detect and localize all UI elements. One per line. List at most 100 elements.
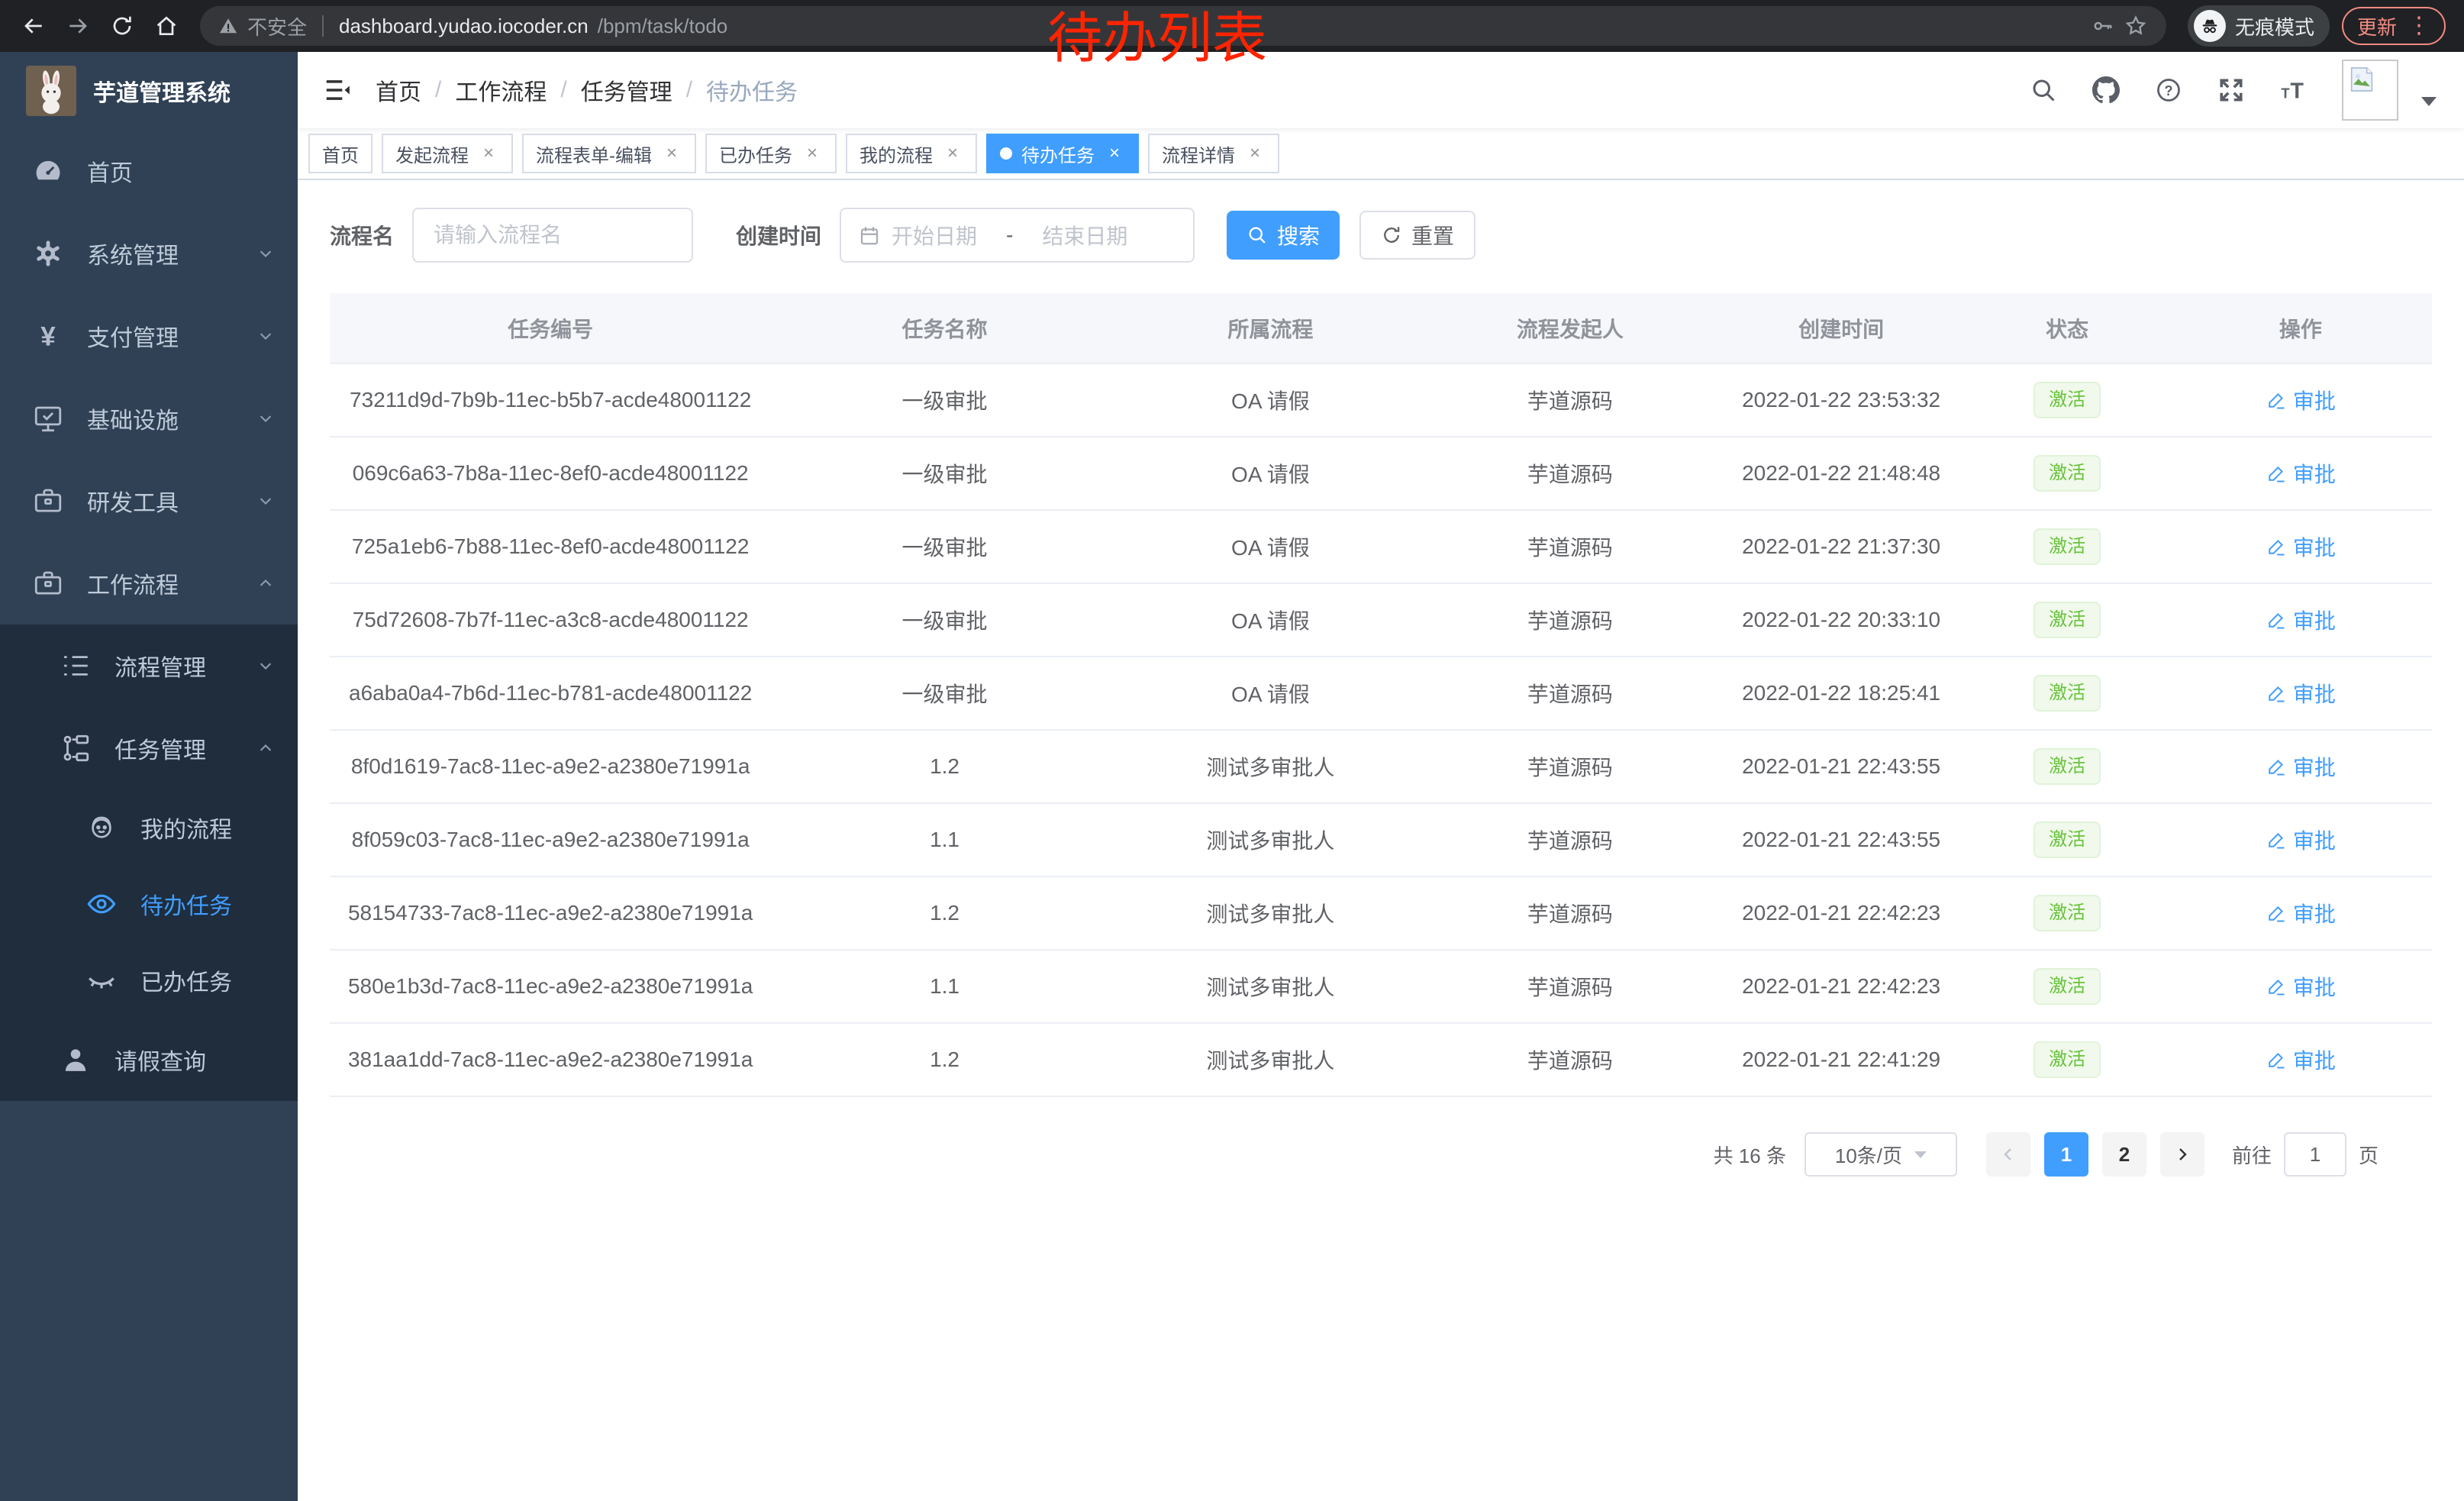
cell-task-id: 58154733-7ac8-11ec-a9e2-a2380e71991a <box>330 876 771 950</box>
goto-page-input[interactable] <box>2284 1132 2346 1177</box>
page-button-2[interactable]: 2 <box>2102 1132 2146 1177</box>
next-page-button[interactable] <box>2160 1132 2204 1177</box>
sidebar-item-label: 支付管理 <box>87 319 179 353</box>
table-row: 75d72608-7b7f-11ec-a3c8-acde48001122 一级审… <box>330 583 2432 657</box>
url-path: /bpm/task/todo <box>598 15 728 38</box>
update-button[interactable]: 更新 ⋮ <box>2342 7 2446 45</box>
approve-link[interactable]: 审批 <box>2266 898 2336 928</box>
approve-link[interactable]: 审批 <box>2266 751 2336 782</box>
sidebar-item-process-management[interactable]: 流程管理 <box>0 625 298 707</box>
sidebar-item-label: 请假查询 <box>114 1043 206 1077</box>
approve-link[interactable]: 审批 <box>2266 678 2336 709</box>
fullscreen-button[interactable] <box>2217 76 2246 105</box>
font-size-button[interactable]: TT <box>2279 76 2308 105</box>
github-link[interactable] <box>2091 76 2121 105</box>
bookmark-star-icon[interactable] <box>2124 14 2148 38</box>
sidebar-item-home[interactable]: 首页 <box>0 130 298 212</box>
edit-pen-icon <box>2266 829 2287 851</box>
chevron-down-icon <box>255 490 276 512</box>
approve-link[interactable]: 审批 <box>2266 971 2336 1002</box>
browser-back-button[interactable] <box>14 6 53 46</box>
approve-link[interactable]: 审批 <box>2266 385 2336 415</box>
tab-start-process[interactable]: 发起流程 <box>382 134 513 173</box>
key-icon[interactable] <box>2091 15 2114 37</box>
sidebar-item-label: 基础设施 <box>87 402 179 435</box>
date-range-picker[interactable]: 开始日期 - 结束日期 <box>840 208 1195 263</box>
kebab-menu-icon[interactable]: ⋮ <box>2408 15 2430 37</box>
cell-task-id: 725a1eb6-7b88-11ec-8ef0-acde48001122 <box>330 510 771 583</box>
breadcrumb-item-task-management[interactable]: 任务管理 <box>581 73 672 107</box>
end-date-placeholder: 结束日期 <box>1042 220 1127 250</box>
svg-text:T: T <box>2291 79 2304 104</box>
user-avatar[interactable] <box>2342 60 2398 121</box>
breadcrumb-item-workflow[interactable]: 工作流程 <box>455 73 547 107</box>
hamburger-icon <box>323 76 352 105</box>
status-badge: 激活 <box>2033 455 2101 492</box>
tags-view: 首页 发起流程 流程表单-编辑 已办任务 我的流程 待办任务 流程详情 <box>298 128 2464 180</box>
approve-link[interactable]: 审批 <box>2266 605 2336 635</box>
breadcrumb-item-home[interactable]: 首页 <box>376 73 421 107</box>
tab-done-tasks[interactable]: 已办任务 <box>705 134 837 173</box>
task-table: 任务编号 任务名称 所属流程 流程发起人 创建时间 状态 操作 73211d9d… <box>330 293 2432 1097</box>
chevron-down-icon <box>255 243 276 264</box>
tab-my-process[interactable]: 我的流程 <box>846 134 977 173</box>
sidebar-item-infrastructure[interactable]: 基础设施 <box>0 377 298 460</box>
approve-link[interactable]: 审批 <box>2266 1044 2336 1075</box>
font-size-icon: TT <box>2280 76 2308 104</box>
github-icon <box>2092 76 2120 104</box>
workflow-submenu: 流程管理 任务管理 我的流程 待办任务 已办任务 <box>0 625 298 1101</box>
cell-create-time: 2022-01-22 23:53:32 <box>1717 363 1966 437</box>
browser-reload-button[interactable] <box>102 6 142 46</box>
sidebar-item-payment[interactable]: ¥ 支付管理 <box>0 295 298 377</box>
sidebar-collapse-button[interactable] <box>321 73 354 107</box>
cell-create-time: 2022-01-22 21:37:30 <box>1717 510 1966 583</box>
approve-link[interactable]: 审批 <box>2266 825 2336 855</box>
sidebar-item-todo-tasks[interactable]: 待办任务 <box>0 866 298 942</box>
process-name-input[interactable] <box>412 208 693 263</box>
sidebar-item-label: 工作流程 <box>87 567 179 600</box>
approve-link[interactable]: 审批 <box>2266 531 2336 562</box>
sidebar-item-workflow[interactable]: 工作流程 <box>0 542 298 625</box>
browser-forward-button[interactable] <box>58 6 98 46</box>
help-button[interactable]: ? <box>2154 76 2183 105</box>
range-separator: - <box>1006 223 1013 247</box>
approve-label: 审批 <box>2293 678 2336 709</box>
cell-create-time: 2022-01-21 22:43:55 <box>1717 730 1966 803</box>
sidebar-item-dev-tools[interactable]: 研发工具 <box>0 460 298 542</box>
eye-icon <box>85 888 118 920</box>
approve-link[interactable]: 审批 <box>2266 458 2336 489</box>
prev-page-button[interactable] <box>1986 1132 2030 1177</box>
sidebar-item-system[interactable]: 系统管理 <box>0 212 298 295</box>
close-icon[interactable] <box>1104 143 1125 164</box>
close-icon[interactable] <box>942 143 963 164</box>
svg-text:?: ? <box>2165 83 2173 98</box>
header-search-button[interactable] <box>2029 76 2058 105</box>
cell-starter: 芋道源码 <box>1423 583 1717 657</box>
browser-home-button[interactable] <box>147 6 186 46</box>
cell-process: 测试多审批人 <box>1118 950 1423 1023</box>
cell-create-time: 2022-01-21 22:42:23 <box>1717 950 1966 1023</box>
cell-starter: 芋道源码 <box>1423 657 1717 730</box>
page-size-select[interactable]: 10条/页 <box>1804 1132 1957 1177</box>
sidebar-item-task-management[interactable]: 任务管理 <box>0 707 298 789</box>
tab-process-detail[interactable]: 流程详情 <box>1148 134 1279 173</box>
avatar-caret-icon[interactable] <box>2421 97 2437 106</box>
close-icon[interactable] <box>801 143 823 164</box>
close-icon[interactable] <box>1244 143 1266 164</box>
yen-icon: ¥ <box>32 320 64 352</box>
tab-process-form-edit[interactable]: 流程表单-编辑 <box>522 134 696 173</box>
close-icon[interactable] <box>478 143 499 164</box>
tab-home[interactable]: 首页 <box>308 134 373 173</box>
sidebar-item-done-tasks[interactable]: 已办任务 <box>0 942 298 1018</box>
person-face-icon <box>85 812 118 844</box>
cell-starter: 芋道源码 <box>1423 363 1717 437</box>
reset-button[interactable]: 重置 <box>1359 211 1475 260</box>
page-button-1[interactable]: 1 <box>2044 1132 2088 1177</box>
sidebar-item-leave-query[interactable]: 请假查询 <box>0 1018 298 1101</box>
sidebar-item-label: 首页 <box>87 154 133 188</box>
search-button[interactable]: 搜索 <box>1227 211 1340 260</box>
tab-todo-tasks[interactable]: 待办任务 <box>986 134 1139 173</box>
close-icon[interactable] <box>661 143 682 164</box>
sidebar-item-my-process[interactable]: 我的流程 <box>0 789 298 866</box>
chevron-down-icon <box>255 325 276 347</box>
